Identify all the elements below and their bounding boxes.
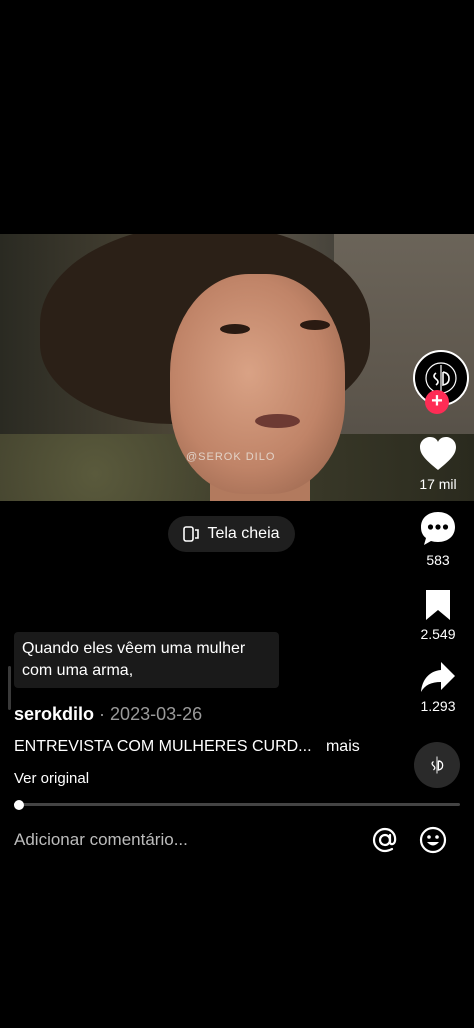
author-name[interactable]: serokdilo — [14, 704, 94, 724]
post-date: · 2023-03-26 — [99, 704, 203, 724]
comment-bubble-icon — [421, 512, 455, 545]
music-disc[interactable] — [414, 742, 460, 788]
author-line: serokdilo · 2023-03-26 — [14, 704, 202, 725]
emoji-icon[interactable] — [419, 826, 447, 854]
share-arrow-icon — [421, 662, 455, 692]
fullscreen-label: Tela cheia — [207, 525, 280, 542]
sd-logo-icon — [431, 756, 444, 774]
comment-count: 583 — [426, 552, 450, 568]
video-player[interactable]: @SEROK DILO — [0, 234, 474, 501]
description-line: ENTREVISTA COM MULHERES CURD... mais — [14, 738, 360, 756]
caption-indicator — [8, 666, 11, 710]
fullscreen-icon — [183, 526, 200, 542]
video-subject-eye-left — [220, 324, 250, 334]
bookmark-icon — [426, 590, 450, 620]
caption-box: Quando eles vêem uma mulher com uma arma… — [14, 632, 279, 688]
comment-button[interactable]: 583 — [405, 510, 471, 568]
video-watermark: @SEROK DILO — [186, 451, 276, 463]
save-button[interactable]: 2.549 — [405, 588, 471, 642]
comment-input[interactable]: Adicionar comentário... — [14, 830, 188, 850]
video-subject-mouth — [255, 414, 300, 428]
mention-icon[interactable] — [371, 826, 399, 854]
fullscreen-button[interactable]: Tela cheia — [168, 516, 295, 552]
see-original-link[interactable]: Ver original — [14, 770, 89, 787]
video-subject-eye-right — [300, 320, 330, 330]
progress-track[interactable] — [14, 803, 460, 806]
more-link[interactable]: mais — [326, 738, 360, 755]
share-count: 1.293 — [420, 698, 456, 714]
progress-knob[interactable] — [14, 800, 24, 810]
follow-button[interactable]: + — [425, 390, 449, 414]
save-count: 2.549 — [420, 626, 456, 642]
description-text: ENTREVISTA COM MULHERES CURD... — [14, 738, 312, 755]
like-button[interactable]: 17 mil — [405, 436, 471, 492]
heart-icon — [420, 437, 456, 470]
comment-bar: Adicionar comentário... — [0, 820, 474, 860]
share-button[interactable]: 1.293 — [405, 660, 471, 714]
like-count: 17 mil — [419, 476, 457, 492]
